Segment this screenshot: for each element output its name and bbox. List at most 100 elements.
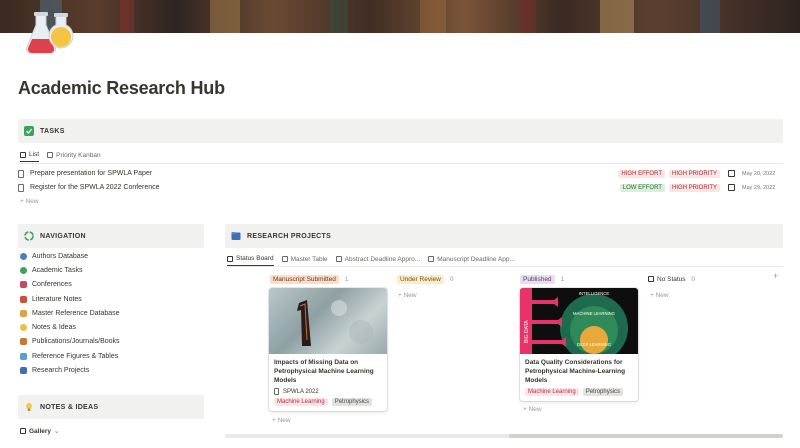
- nav-label: Conferences: [32, 280, 72, 288]
- card-tags: Machine Learning Petrophysics: [520, 385, 638, 401]
- research-view-tabs: Status Board Master Table Abstract Deadl…: [227, 252, 523, 266]
- list-icon: [20, 151, 26, 158]
- number-one-image: [297, 300, 373, 346]
- table-icon: [281, 256, 288, 262]
- priority-tag: HIGH PRIORITY: [668, 183, 720, 192]
- new-card-button[interactable]: + New: [272, 417, 291, 424]
- tasks-header-label: TASKS: [40, 127, 65, 135]
- tab-master-table[interactable]: Master Table: [281, 252, 328, 266]
- notes-view-tabs: Gallery ⌄: [20, 424, 68, 438]
- research-header-label: RESEARCH PROJECTS: [247, 232, 332, 240]
- tab-abstract-deadline[interactable]: Abstract Deadline Appro...: [335, 252, 420, 266]
- new-card-button[interactable]: + New: [523, 406, 542, 413]
- tab-list[interactable]: List: [20, 148, 40, 162]
- nav-label: Authors Database: [32, 252, 89, 260]
- column-published[interactable]: Published 1: [520, 274, 564, 284]
- tab-label: Gallery: [29, 427, 52, 435]
- due-date: May 29, 2022: [742, 184, 776, 191]
- lightbulb-icon: [24, 402, 34, 412]
- card-title: Impacts of Missing Data on Petrophysical…: [274, 359, 374, 384]
- divider: [18, 163, 783, 164]
- intelligence-label: INTELLIGENCE: [579, 291, 609, 296]
- cover-book: [600, 0, 634, 33]
- cover-book: [120, 0, 134, 33]
- tab-manuscript-deadline[interactable]: Manuscript Deadline App...: [428, 252, 515, 266]
- nav-item-conferences[interactable]: Conferences: [20, 278, 72, 290]
- tag-machine-learning: Machine Learning: [525, 388, 579, 396]
- folder-icon: [231, 231, 241, 241]
- card-conference: SPWLA 2022: [269, 385, 387, 395]
- project-card[interactable]: Impacts of Missing Data on Petrophysical…: [269, 288, 387, 411]
- ai-diagram-image: BIG DATA INTELLIGENCE MACHINE LEARNING D…: [520, 288, 628, 354]
- card-title: Data Quality Considerations for Petrophy…: [525, 359, 626, 384]
- board-icon: [227, 255, 233, 262]
- add-group-button[interactable]: +: [773, 271, 778, 281]
- effort-tag: LOW EFFORT: [619, 183, 665, 192]
- person-icon: [20, 252, 27, 260]
- new-card-button[interactable]: + New: [398, 292, 417, 299]
- nav-item-research-projects[interactable]: Research Projects: [20, 364, 89, 376]
- books-icon: [20, 337, 27, 345]
- scroll-icon: [20, 309, 27, 317]
- deep-learning-label: DEEP LEARNING: [577, 342, 611, 347]
- column-count: 1: [344, 275, 349, 283]
- table-icon: [335, 256, 342, 262]
- nav-item-authors-database[interactable]: Authors Database: [20, 250, 88, 262]
- done-checkbox[interactable]: [728, 184, 735, 191]
- scrollbar-thumb[interactable]: [509, 434, 783, 438]
- card-cover-image: BIG DATA INTELLIGENCE MACHINE LEARNING D…: [520, 288, 638, 354]
- effort-tag: HIGH EFFORT: [618, 169, 665, 178]
- card-cover-image: [269, 288, 387, 354]
- nav-item-reference-figures[interactable]: Reference Figures & Tables: [20, 350, 118, 362]
- conference-label: SPWLA 2022: [283, 388, 319, 395]
- machine-learning-label: MACHINE LEARNING: [573, 311, 615, 316]
- tab-label: Priority Kanban: [56, 151, 101, 159]
- tab-label: Manuscript Deadline App...: [437, 255, 515, 263]
- done-checkbox[interactable]: [728, 170, 735, 177]
- page-icon: [18, 169, 24, 178]
- nav-item-literature-notes[interactable]: Literature Notes: [20, 293, 82, 305]
- status-label: No Status: [657, 275, 686, 283]
- nav-item-publications[interactable]: Publications/Journals/Books: [20, 335, 120, 347]
- new-task-button[interactable]: + New: [20, 198, 39, 205]
- task-row[interactable]: Register for the SPWLA 2022 Conference L…: [18, 181, 780, 194]
- tag-petrophysics: Petrophysics: [331, 398, 373, 406]
- task-row[interactable]: Prepare presentation for SPWLA Paper HIG…: [18, 167, 780, 180]
- folder-icon: [20, 366, 27, 374]
- column-manuscript-submitted[interactable]: Manuscript Submitted 1: [270, 274, 349, 284]
- task-name[interactable]: Register for the SPWLA 2022 Conference: [30, 184, 616, 191]
- card-tags: Machine Learning Petrophysics: [269, 395, 387, 411]
- tag-machine-learning: Machine Learning: [274, 398, 328, 406]
- lab-flasks-icon: [25, 12, 74, 54]
- presenter-icon: [20, 280, 27, 288]
- nav-label: Notes & Ideas: [32, 323, 76, 331]
- column-no-status[interactable]: No Status 0: [648, 274, 695, 284]
- column-under-review[interactable]: Under Review 0: [397, 274, 453, 284]
- task-name[interactable]: Prepare presentation for SPWLA Paper: [30, 170, 614, 177]
- page-icon: [18, 183, 24, 192]
- tab-status-board[interactable]: Status Board: [227, 252, 274, 266]
- new-card-button[interactable]: + New: [650, 292, 669, 299]
- check-circle-icon: [20, 266, 27, 274]
- board-horizontal-scrollbar[interactable]: [225, 434, 783, 438]
- tag-petrophysics: Petrophysics: [582, 388, 624, 396]
- nav-label: Academic Tasks: [32, 266, 83, 274]
- nav-item-master-reference-database[interactable]: Master Reference Database: [20, 307, 120, 319]
- nav-item-academic-tasks[interactable]: Academic Tasks: [20, 264, 82, 276]
- tab-priority-kanban[interactable]: Priority Kanban: [47, 148, 101, 162]
- priority-tag: HIGH PRIORITY: [668, 169, 720, 178]
- navigation-header: NAVIGATION: [18, 224, 204, 248]
- page-cover: [0, 0, 800, 33]
- project-card[interactable]: BIG DATA INTELLIGENCE MACHINE LEARNING D…: [520, 288, 638, 401]
- table-icon: [428, 256, 435, 262]
- status-pill: Under Review: [397, 274, 444, 284]
- navigation-header-label: NAVIGATION: [40, 232, 86, 240]
- cover-book: [420, 0, 446, 33]
- nav-item-notes-ideas[interactable]: Notes & Ideas: [20, 321, 76, 333]
- tasks-header: TASKS: [18, 119, 783, 143]
- page-title: Academic Research Hub: [18, 78, 225, 98]
- tab-gallery[interactable]: Gallery ⌄: [20, 424, 60, 438]
- column-count: 0: [449, 275, 454, 283]
- gallery-icon: [20, 428, 26, 434]
- column-count: 0: [691, 275, 696, 283]
